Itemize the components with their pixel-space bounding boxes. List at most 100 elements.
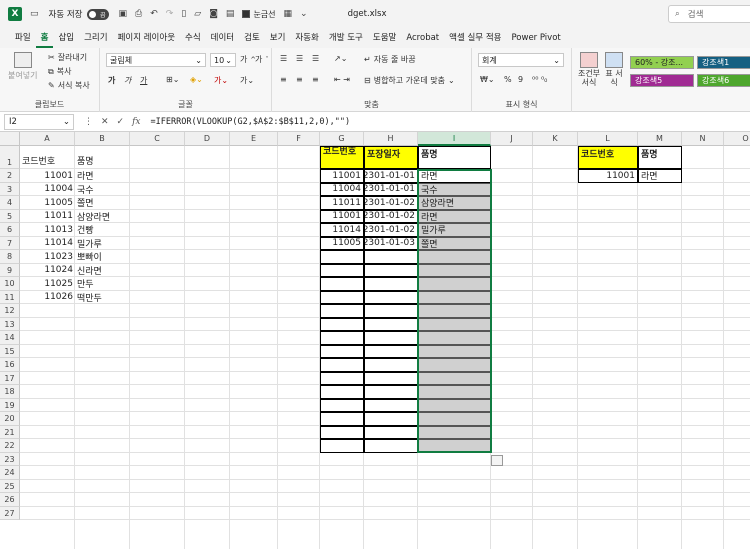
name-cell[interactable]: 쫄면: [75, 196, 130, 210]
code-cell[interactable]: 11013: [20, 223, 75, 237]
align-top-icon[interactable]: ☰: [280, 54, 287, 63]
column-header-c[interactable]: C: [130, 132, 185, 146]
code-cell-g[interactable]: 11014: [320, 223, 364, 237]
autosave-control[interactable]: 자동 저장 끔: [49, 8, 109, 20]
code-cell-g[interactable]: 11004: [320, 182, 364, 196]
date-cell[interactable]: [364, 317, 418, 331]
column-header-d[interactable]: D: [185, 132, 230, 146]
lookup-name-result[interactable]: 라면: [638, 169, 682, 183]
code-cell[interactable]: 11023: [20, 250, 75, 264]
tab-3[interactable]: 그리기: [79, 28, 112, 48]
lookup-code-input[interactable]: 11001: [578, 169, 638, 183]
code-cell-g[interactable]: [320, 250, 364, 264]
date-cell[interactable]: 2301-01-01: [364, 169, 418, 183]
tab-2[interactable]: 삽입: [53, 28, 79, 48]
code-cell[interactable]: 11014: [20, 237, 75, 251]
file-name[interactable]: dget.xlsx: [348, 9, 387, 19]
tab-1[interactable]: 홈: [35, 28, 54, 48]
align-center-icon[interactable]: ≡: [296, 75, 303, 84]
column-header-i[interactable]: I: [418, 132, 491, 146]
style-accent1[interactable]: 강조색1: [697, 56, 750, 69]
code-cell-g[interactable]: [320, 425, 364, 439]
worksheet-grid[interactable]: A B C D E F G H I J K L M N O 1 2 3 4 5 6 7 8 9 10 11 12 13 14 15 16 17…: [0, 132, 750, 549]
redo-icon[interactable]: ↷: [166, 9, 174, 19]
name-cell[interactable]: 밀가루: [75, 237, 130, 251]
row-header-24[interactable]: 24: [0, 466, 20, 480]
form-icon[interactable]: ▤: [226, 9, 235, 19]
tab-13[interactable]: 액셀 실무 적용: [444, 28, 506, 48]
code-cell[interactable]: 11024: [20, 264, 75, 278]
conditional-format-button[interactable]: 조건부 서식: [576, 52, 602, 87]
row-header-13[interactable]: 13: [0, 317, 20, 331]
row-header-1[interactable]: 1: [0, 146, 20, 169]
date-cell[interactable]: 2301-01-02: [364, 196, 418, 210]
date-cell[interactable]: [364, 277, 418, 291]
align-bottom-icon[interactable]: ☰: [312, 54, 319, 63]
code-cell[interactable]: 11004: [20, 183, 75, 197]
more-commands-icon[interactable]: ⌄: [300, 9, 308, 19]
code-cell-g[interactable]: [320, 344, 364, 358]
row-header-22[interactable]: 22: [0, 439, 20, 453]
wrap-text-button[interactable]: ↵ 자동 줄 바꿈: [364, 54, 416, 65]
open-icon[interactable]: ▱: [194, 9, 201, 19]
column-header-b[interactable]: B: [75, 132, 130, 146]
name-cell[interactable]: 만두: [75, 277, 130, 291]
code-cell-g[interactable]: [320, 263, 364, 277]
row-header-14[interactable]: 14: [0, 331, 20, 345]
tab-11[interactable]: 도움말: [368, 28, 401, 48]
row-header-26[interactable]: 26: [0, 493, 20, 507]
decimal-icon[interactable]: ⁰⁰ ⁰₀: [532, 75, 547, 84]
grow-font-button[interactable]: 가 ^: [240, 54, 256, 65]
code-cell-g[interactable]: 11001: [320, 209, 364, 223]
font-name-select[interactable]: 굴림체 ⌄: [106, 53, 206, 67]
code-cell-g[interactable]: [320, 412, 364, 426]
tab-6[interactable]: 데이터: [206, 28, 239, 48]
header-date-g[interactable]: 포장일자: [364, 146, 418, 169]
comma-button[interactable]: 9: [518, 75, 523, 84]
autosave-toggle[interactable]: 끔: [86, 8, 109, 20]
code-cell-g[interactable]: [320, 317, 364, 331]
fx-icon[interactable]: fx: [132, 117, 140, 127]
row-header-7[interactable]: 7: [0, 236, 20, 250]
name-cell[interactable]: 신라면: [75, 264, 130, 278]
number-format-select[interactable]: 회계 ⌄: [478, 53, 564, 67]
code-cell-g[interactable]: [320, 385, 364, 399]
date-cell[interactable]: [364, 425, 418, 439]
code-cell[interactable]: 11026: [20, 291, 75, 305]
name-cell[interactable]: 뽀빠이: [75, 250, 130, 264]
underline-button[interactable]: 가: [140, 75, 147, 86]
formula-input[interactable]: =IFERROR(VLOOKUP(G2,$A$2:$B$11,2,0),""): [151, 117, 351, 127]
fill-color-icon[interactable]: ◈⌄: [190, 75, 203, 84]
column-header-l[interactable]: L: [578, 132, 638, 146]
code-cell-g[interactable]: 11011: [320, 196, 364, 210]
tab-4[interactable]: 페이지 레이아웃: [113, 28, 180, 48]
align-middle-icon[interactable]: ☰: [296, 54, 303, 63]
column-header-j[interactable]: J: [491, 132, 533, 146]
row-header-21[interactable]: 21: [0, 425, 20, 439]
date-cell[interactable]: [364, 439, 418, 453]
row-header-20[interactable]: 20: [0, 412, 20, 426]
code-cell-g[interactable]: [320, 439, 364, 453]
row-header-6[interactable]: 6: [0, 223, 20, 237]
tab-12[interactable]: Acrobat: [401, 28, 444, 48]
column-header-o[interactable]: O: [724, 132, 750, 146]
tab-14[interactable]: Power Pivot: [506, 28, 565, 48]
date-cell[interactable]: 2301-01-03: [364, 236, 418, 250]
row-header-15[interactable]: 15: [0, 344, 20, 358]
name-cell[interactable]: 국수: [75, 183, 130, 197]
tab-8[interactable]: 보기: [265, 28, 291, 48]
column-header-g[interactable]: G: [320, 132, 364, 146]
row-header-5[interactable]: 5: [0, 209, 20, 223]
date-cell[interactable]: [364, 385, 418, 399]
header-code-g[interactable]: 코드번호: [320, 146, 364, 169]
align-left-icon[interactable]: ≡: [280, 75, 287, 84]
style-accent6[interactable]: 강조색6: [697, 74, 750, 87]
date-cell[interactable]: [364, 398, 418, 412]
row-header-10[interactable]: 10: [0, 277, 20, 291]
date-cell[interactable]: 2301-01-02: [364, 223, 418, 237]
align-right-icon[interactable]: ≡: [312, 75, 319, 84]
border-icon[interactable]: ⊞⌄: [166, 75, 179, 84]
row-header-12[interactable]: 12: [0, 304, 20, 318]
merge-center-button[interactable]: ⊟ 병합하고 가운데 맞춤 ⌄: [364, 75, 455, 86]
copy-button[interactable]: ⧉ 복사: [48, 66, 71, 77]
